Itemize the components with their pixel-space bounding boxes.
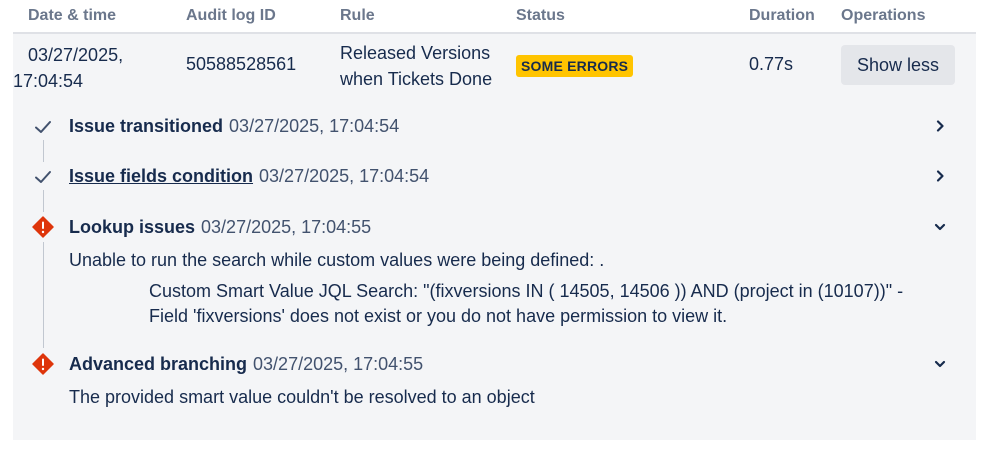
- column-header-rule[interactable]: Rule: [340, 7, 375, 25]
- row-date: 03/27/2025,: [28, 45, 124, 65]
- row-rule: Released Versions when Tickets Done: [340, 40, 510, 92]
- step-error-message: The provided smart value couldn't be res…: [69, 387, 535, 407]
- chevron-right-icon[interactable]: [932, 168, 948, 184]
- step-issue-transitioned[interactable]: Issue transitioned 03/27/2025, 17:04:54: [69, 116, 399, 137]
- row-rule-line1: Released Versions: [340, 43, 491, 63]
- step-advanced-branching[interactable]: Advanced branching 03/27/2025, 17:04:55: [69, 354, 423, 375]
- step-name: Advanced branching: [69, 354, 248, 374]
- check-icon: [35, 121, 51, 133]
- timeline-connector: [43, 190, 44, 212]
- step-error-detail-line2: Field 'fixversions' does not exist or yo…: [149, 306, 728, 326]
- step-name: Lookup issues: [69, 217, 196, 237]
- step-timestamp: 03/27/2025, 17:04:55: [253, 354, 424, 374]
- column-header-operations: Operations: [841, 7, 926, 24]
- step-lookup-issues[interactable]: Lookup issues 03/27/2025, 17:04:55: [69, 217, 371, 238]
- step-timestamp: 03/27/2025, 17:04:55: [201, 217, 372, 237]
- step-name-link[interactable]: Issue fields condition: [69, 166, 253, 186]
- row-time: 17:04:54: [13, 71, 84, 91]
- row-duration: 0.77s: [749, 54, 794, 74]
- timeline-connector: [43, 140, 44, 162]
- step-issue-fields-condition[interactable]: Issue fields condition 03/27/2025, 17:04:…: [69, 166, 429, 187]
- step-error-detail-line1: Custom Smart Value JQL Search: "(fixvers…: [149, 281, 904, 301]
- column-header-date-time[interactable]: Date & time: [28, 7, 116, 25]
- error-icon: [32, 216, 54, 238]
- step-name: Issue transitioned: [69, 116, 224, 136]
- step-timestamp: 03/27/2025, 17:04:54: [229, 116, 400, 136]
- column-header-status[interactable]: Status: [516, 7, 565, 25]
- chevron-down-icon[interactable]: [932, 219, 948, 235]
- row-date-time: 03/27/2025, 17:04:54: [13, 42, 133, 94]
- timeline-connector: [43, 242, 44, 348]
- show-less-button[interactable]: Show less: [841, 45, 955, 85]
- column-header-duration[interactable]: Duration: [749, 7, 815, 25]
- chevron-right-icon[interactable]: [932, 118, 948, 134]
- step-timestamp: 03/27/2025, 17:04:54: [259, 166, 430, 186]
- row-audit-log-id: 50588528561: [186, 54, 297, 74]
- status-badge: SOME ERRORS: [516, 55, 634, 77]
- step-error-message: Unable to run the search while custom va…: [69, 250, 605, 270]
- table-header: Date & time Audit log ID Rule Status Dur…: [0, 0, 999, 33]
- chevron-down-icon[interactable]: [932, 356, 948, 372]
- check-icon: [35, 171, 51, 183]
- error-icon: [32, 353, 54, 375]
- row-rule-line2: when Tickets Done: [340, 69, 493, 89]
- column-header-audit-log-id[interactable]: Audit log ID: [186, 7, 276, 25]
